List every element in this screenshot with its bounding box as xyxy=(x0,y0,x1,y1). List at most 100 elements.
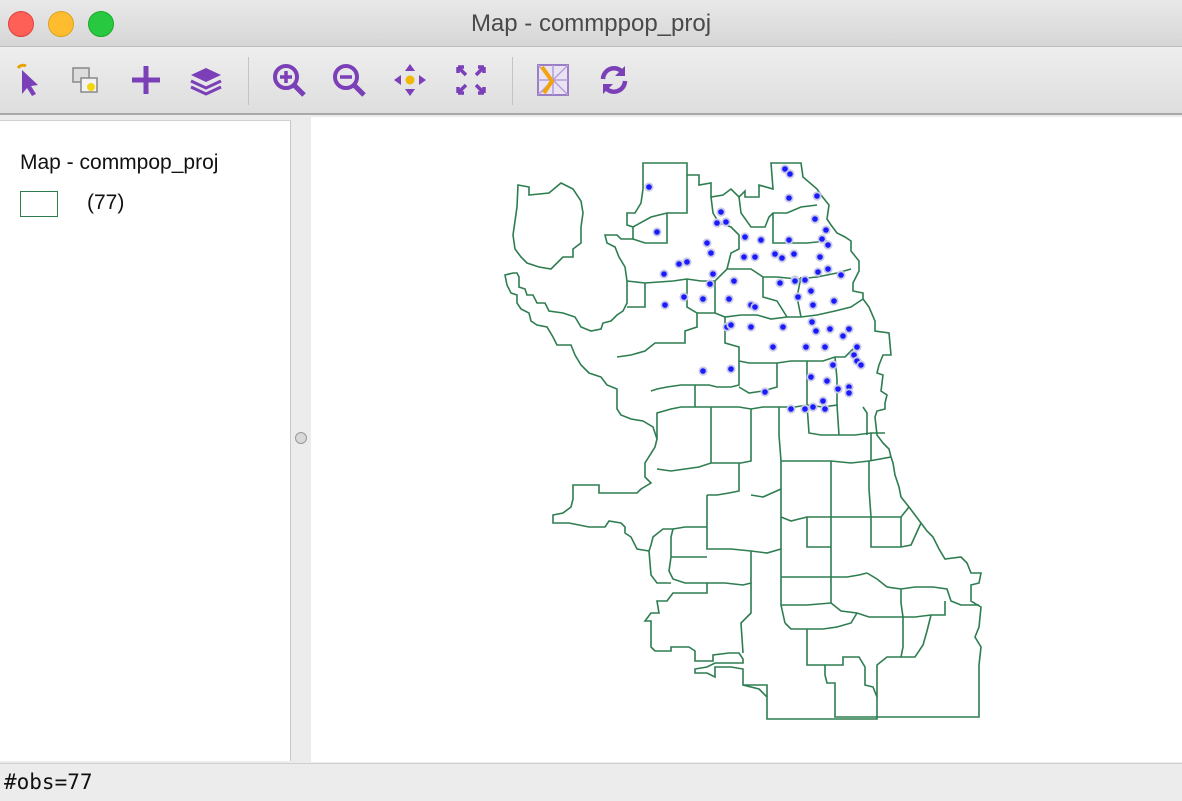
full-extent-button[interactable] xyxy=(450,59,492,101)
centroid-point[interactable] xyxy=(710,271,716,277)
centroid-point[interactable] xyxy=(808,374,814,380)
centroid-point[interactable] xyxy=(731,278,737,284)
toolbar-separator xyxy=(512,57,513,105)
zoom-in-button[interactable] xyxy=(268,59,310,101)
panel-splitter[interactable] xyxy=(292,120,310,760)
centroid-point[interactable] xyxy=(835,386,841,392)
centroid-point[interactable] xyxy=(803,344,809,350)
legend-panel: Map - commpop_proj (77) xyxy=(0,120,291,761)
centroid-point[interactable] xyxy=(812,216,818,222)
centroid-point[interactable] xyxy=(786,237,792,243)
centroid-point[interactable] xyxy=(840,333,846,339)
centroid-point[interactable] xyxy=(802,406,808,412)
community-area-boundary xyxy=(901,614,932,658)
centroid-point[interactable] xyxy=(726,296,732,302)
centroid-point[interactable] xyxy=(780,324,786,330)
centroid-point[interactable] xyxy=(813,328,819,334)
centroid-point[interactable] xyxy=(825,242,831,248)
centroid-point[interactable] xyxy=(752,254,758,260)
centroid-point[interactable] xyxy=(817,254,823,260)
selection-shape-button[interactable] xyxy=(64,59,106,101)
community-area-boundary xyxy=(724,317,854,364)
centroid-point[interactable] xyxy=(700,296,706,302)
legend-title: Map - commpop_proj xyxy=(20,151,219,174)
centroid-point[interactable] xyxy=(823,227,829,233)
centroid-point[interactable] xyxy=(815,269,821,275)
centroid-point[interactable] xyxy=(810,302,816,308)
centroid-point[interactable] xyxy=(723,219,729,225)
centroid-point[interactable] xyxy=(825,266,831,272)
centroid-point[interactable] xyxy=(748,324,754,330)
centroid-point[interactable] xyxy=(742,234,748,240)
centroid-point[interactable] xyxy=(846,326,852,332)
centroid-point[interactable] xyxy=(802,277,808,283)
centroid-point[interactable] xyxy=(827,326,833,332)
centroid-point[interactable] xyxy=(661,271,667,277)
legend-swatch[interactable] xyxy=(20,191,58,217)
centroid-point[interactable] xyxy=(718,209,724,215)
centroid-point[interactable] xyxy=(819,236,825,242)
community-area-boundary xyxy=(780,461,910,522)
zoom-out-button[interactable] xyxy=(328,59,370,101)
title-bar: Map - commppop_proj xyxy=(0,0,1182,47)
select-tool-button[interactable] xyxy=(7,59,49,101)
centroid-point[interactable] xyxy=(681,294,687,300)
add-layer-button[interactable] xyxy=(125,59,167,101)
community-area-boundary xyxy=(672,526,707,530)
centroid-point[interactable] xyxy=(810,404,816,410)
centroid-point[interactable] xyxy=(814,193,820,199)
community-area-boundary xyxy=(750,488,782,498)
centroid-point[interactable] xyxy=(792,278,798,284)
centroid-point[interactable] xyxy=(728,366,734,372)
centroid-point[interactable] xyxy=(684,259,690,265)
map-canvas[interactable] xyxy=(311,117,1182,762)
centroid-point[interactable] xyxy=(752,304,758,310)
centroid-point[interactable] xyxy=(831,298,837,304)
centroid-point[interactable] xyxy=(808,288,814,294)
centroid-point[interactable] xyxy=(822,344,828,350)
community-area-boundary xyxy=(707,463,740,496)
centroid-point[interactable] xyxy=(708,250,714,256)
centroid-point[interactable] xyxy=(854,344,860,350)
refresh-button[interactable] xyxy=(593,59,635,101)
basemap-button[interactable] xyxy=(532,59,574,101)
centroid-point[interactable] xyxy=(824,378,830,384)
splitter-handle[interactable] xyxy=(295,432,307,444)
community-area-boundary xyxy=(648,550,671,584)
centroid-point[interactable] xyxy=(787,171,793,177)
centroid-point[interactable] xyxy=(662,302,668,308)
centroid-point[interactable] xyxy=(772,251,778,257)
centroid-point[interactable] xyxy=(791,251,797,257)
centroid-point[interactable] xyxy=(707,281,713,287)
pan-button[interactable] xyxy=(389,59,431,101)
toolbar xyxy=(0,47,1182,115)
centroid-point[interactable] xyxy=(786,195,792,201)
centroid-point[interactable] xyxy=(788,406,794,412)
centroid-point[interactable] xyxy=(714,220,720,226)
centroid-point[interactable] xyxy=(777,280,783,286)
community-area-boundary xyxy=(806,517,831,548)
centroid-point[interactable] xyxy=(704,240,710,246)
centroid-point[interactable] xyxy=(809,319,815,325)
centroid-point[interactable] xyxy=(838,272,844,278)
centroid-point[interactable] xyxy=(728,322,734,328)
centroid-point[interactable] xyxy=(846,390,852,396)
centroid-point[interactable] xyxy=(779,255,785,261)
centroid-point[interactable] xyxy=(676,261,682,267)
centroid-point[interactable] xyxy=(654,229,660,235)
centroid-point[interactable] xyxy=(820,398,826,404)
centroid-point[interactable] xyxy=(700,368,706,374)
community-area-boundary xyxy=(743,684,768,697)
centroid-point[interactable] xyxy=(830,362,836,368)
community-area-boundary xyxy=(740,583,752,654)
centroid-point[interactable] xyxy=(762,389,768,395)
centroid-point[interactable] xyxy=(741,254,747,260)
centroid-point[interactable] xyxy=(646,184,652,190)
centroid-point[interactable] xyxy=(770,344,776,350)
centroid-point[interactable] xyxy=(795,294,801,300)
layers-button[interactable] xyxy=(185,59,227,101)
centroid-point[interactable] xyxy=(822,406,828,412)
centroid-point[interactable] xyxy=(758,237,764,243)
centroid-point[interactable] xyxy=(858,362,864,368)
status-bar: #obs=77 xyxy=(0,763,1182,801)
